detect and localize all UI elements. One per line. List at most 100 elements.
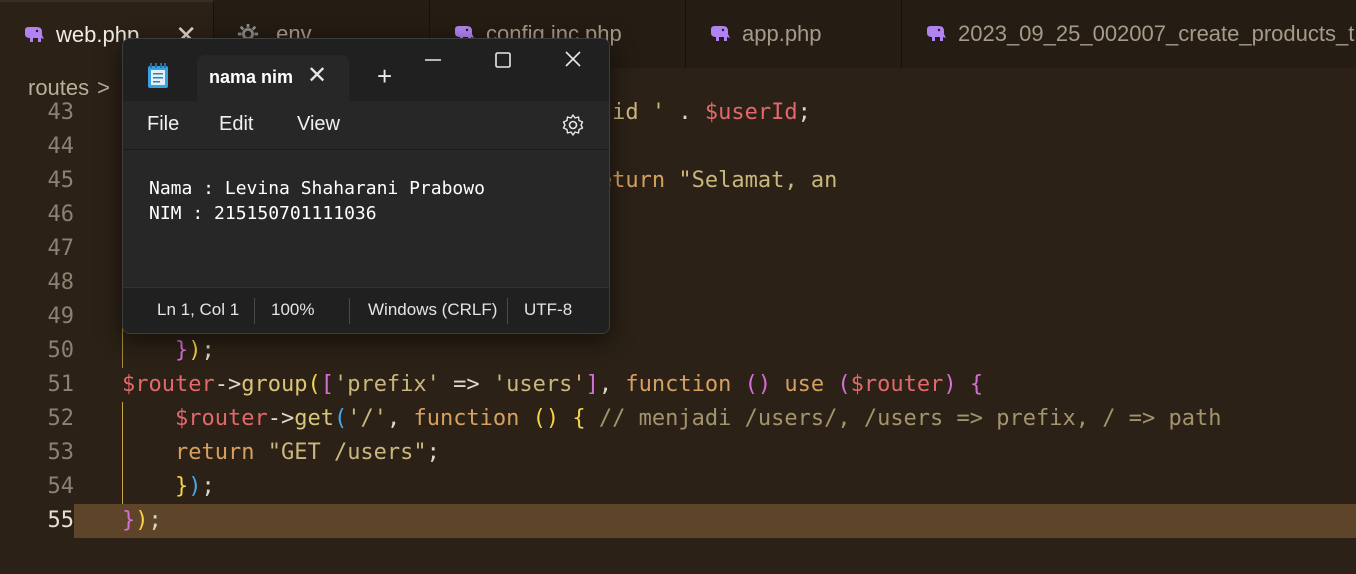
notepad-text-area[interactable]: Nama : Levina Shaharani Prabowo NIM : 21… [123,149,609,286]
code-token: $router [122,372,215,397]
close-icon [565,51,581,67]
line-number: 54 [47,474,75,499]
tab-label: 2023_09_25_002007_create_products_t [958,21,1355,46]
code-token: function [625,372,732,397]
code-text: }); [122,504,162,538]
code-token: ( [333,406,348,431]
zoom-level[interactable]: 100% [271,300,314,320]
tab-create-products-migration[interactable]: 2023_09_25_002007_create_products_t [902,0,1356,68]
code-token: 'prefix' [333,372,440,397]
line-number: 51 [47,372,75,397]
code-token: [ [320,372,334,397]
text-line-nim: NIM : 215150701111036 [149,203,377,224]
code-token: $router [174,406,268,431]
close-window-button[interactable] [543,45,603,79]
line-number: 50 [47,338,75,363]
tab-app-php[interactable]: app.php [686,0,902,68]
code-token: "Selamat, an [678,168,838,193]
line-number: 52 [47,406,75,431]
code-token: ( [837,372,851,397]
cursor-position[interactable]: Ln 1, Col 1 [157,300,239,320]
code-token: -> [214,372,242,397]
code-token: } [174,474,189,499]
close-icon[interactable]: ✕ [307,61,327,91]
code-token: -> [267,406,295,431]
maximize-icon [495,52,511,68]
encoding[interactable]: UTF-8 [524,300,572,320]
notepad-menu-bar: File Edit View [123,101,609,149]
menu-file[interactable]: File [147,113,179,136]
code-token: 'users' [492,372,586,397]
code-line[interactable]: 54 }); [0,470,1356,504]
code-token: => [439,372,493,397]
code-token: , [598,372,626,397]
notepad-tab-title: nama nim [209,67,293,87]
code-line[interactable]: 55}); [0,504,1356,538]
code-text: return "GET /users"; [122,436,440,470]
code-token: () [532,406,560,431]
code-token: () [744,372,772,397]
code-token: ) [188,474,202,499]
code-token: ) [135,508,149,533]
notepad-title-bar[interactable]: nama nim ✕ + [123,39,609,101]
code-token: "GET /users" [267,440,427,465]
code-token: . [665,100,705,125]
notepad-tab[interactable]: nama nim ✕ [197,55,349,101]
line-number: 45 [47,168,75,193]
line-number: 49 [47,304,75,329]
code-token: ; [201,474,215,499]
code-text: }); [122,334,215,368]
maximize-button[interactable] [473,45,533,79]
minimize-icon [425,59,441,61]
line-number: 53 [47,440,75,465]
php-elephant-icon [711,26,730,41]
code-token: function [413,406,520,431]
notepad-window[interactable]: nama nim ✕ + File Edit View Nama : Levin… [122,38,610,334]
code-token: } [174,338,189,363]
line-number: 43 [47,100,75,125]
minimize-button[interactable] [403,45,463,79]
code-line[interactable]: 51 $router->group(['prefix' => 'users'], … [0,368,1356,402]
notepad-app-icon [148,63,168,88]
settings-gear-icon[interactable] [561,113,585,137]
code-token: { [572,406,586,431]
line-number: 46 [47,202,75,227]
code-token: ; [797,100,811,125]
code-text: }); [122,470,215,504]
text-line-name: Nama : Levina Shaharani Prabowo [149,178,485,199]
code-line[interactable]: 52 $router->get('/', function () { // me… [0,402,1356,436]
code-text: $router->group(['prefix' => 'users'], fu… [122,368,983,402]
line-number: 55 [0,504,74,538]
code-token: { [969,372,984,397]
notepad-status-bar: Ln 1, Col 1 100% Windows (CRLF) UTF-8 [123,287,609,333]
code-line[interactable]: 50 }); [0,334,1356,368]
menu-edit[interactable]: Edit [219,113,253,136]
status-divider [349,298,350,324]
code-token: '/' [347,406,387,431]
code-line[interactable]: 53 return "GET /users"; [0,436,1356,470]
code-token: ( [307,372,321,397]
tab-label: app.php [742,21,822,46]
code-token: , [386,406,414,431]
menu-view[interactable]: View [297,113,340,136]
code-token: ; [148,508,162,533]
line-ending[interactable]: Windows (CRLF) [368,300,497,320]
line-number: 48 [47,270,75,295]
line-number: 47 [47,236,75,261]
line-number: 44 [47,134,75,159]
new-tab-button[interactable]: + [377,61,392,91]
php-elephant-icon [927,26,946,41]
code-text: $router->get('/', function () { // menja… [122,402,1221,436]
status-divider [507,298,508,324]
code-token: } [122,508,136,533]
